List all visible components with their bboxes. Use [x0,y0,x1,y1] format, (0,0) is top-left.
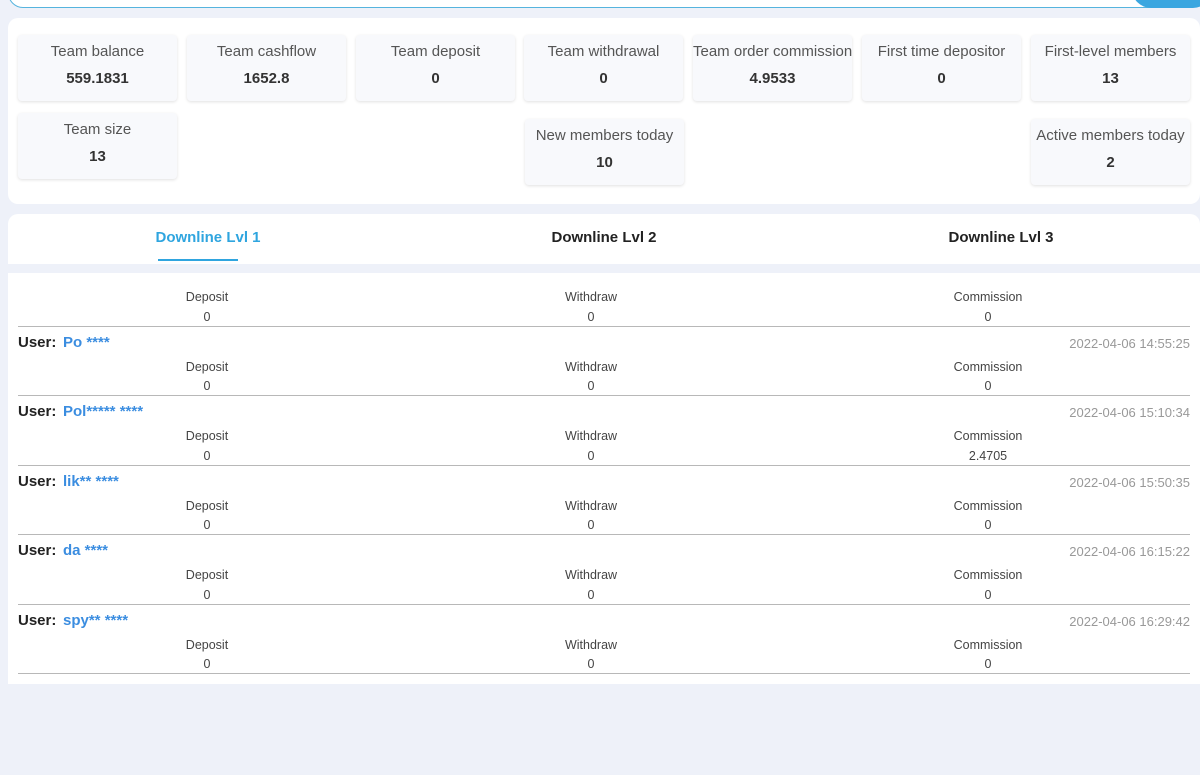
deposit-label: Deposit [185,499,229,513]
commission-value: 0 [984,588,992,602]
withdraw-label: Withdraw [564,568,618,582]
stat-value: 1652.8 [243,70,290,87]
withdraw-value: 0 [587,518,595,532]
search-bar[interactable] [8,0,1188,8]
commission-label: Commission [953,568,1023,582]
withdraw-value: 0 [587,449,595,463]
user-label: User: [18,334,57,351]
deposit-label: Deposit [185,290,229,304]
stat-team-withdrawal: Team withdrawal 0 [524,35,683,101]
user-row[interactable]: User: Po **** 2022-04-06 14:55:25 [18,334,1190,354]
stat-label: Active members today [1036,127,1185,144]
user-label: User: [18,473,57,490]
stat-label: Team size [63,121,132,138]
stat-value: 0 [431,70,440,87]
stat-team-order-commission: Team order commission 4.9533 [693,35,852,101]
user-label: User: [18,612,57,629]
tab-downline-lvl-3[interactable]: Downline Lvl 3 [801,214,1200,264]
stat-first-level-members: First-level members 13 [1031,35,1190,101]
deposit-value: 0 [203,588,211,602]
user-join-time: 2022-04-06 14:55:25 [1069,336,1190,351]
deposit-value: 0 [203,657,211,671]
stat-label: Team deposit [390,43,481,60]
row-divider [18,673,1190,674]
stat-label: First-level members [1044,43,1177,60]
user-join-time: 2022-04-06 16:15:22 [1069,544,1190,559]
stat-team-size: Team size 13 [18,113,177,179]
withdraw-label: Withdraw [564,499,618,513]
user-name: Pol***** **** [63,403,144,420]
user-name: lik** **** [63,473,119,490]
deposit-value: 0 [203,449,211,463]
withdraw-label: Withdraw [564,429,618,443]
withdraw-label: Withdraw [564,360,618,374]
row-divider [18,395,1190,396]
commission-value: 0 [984,657,992,671]
stat-value: 2 [1106,154,1115,171]
stat-value: 4.9533 [749,70,796,87]
stat-label: Team order commission [693,43,853,60]
stat-value: 0 [937,70,946,87]
user-row[interactable]: User: da **** 2022-04-06 16:15:22 [18,542,1190,562]
stat-label: Team cashflow [216,43,317,60]
stat-team-cashflow: Team cashflow 1652.8 [187,35,346,101]
stat-label: First time depositor [877,43,1006,60]
user-join-time: 2022-04-06 16:29:42 [1069,614,1190,629]
stat-value: 13 [1102,70,1119,87]
stat-value: 13 [89,148,106,165]
withdraw-label: Withdraw [564,290,618,304]
stat-first-time-depositor: First time depositor 0 [862,35,1021,101]
user-label: User: [18,403,57,420]
stat-team-deposit: Team deposit 0 [356,35,515,101]
deposit-label: Deposit [185,429,229,443]
user-join-time: 2022-04-06 15:10:34 [1069,405,1190,420]
downline-tabs: Downline Lvl 1 Downline Lvl 2 Downline L… [8,214,1200,264]
tab-downline-lvl-1[interactable]: Downline Lvl 1 [8,214,408,264]
commission-label: Commission [953,360,1023,374]
row-divider [18,604,1190,605]
commission-label: Commission [953,290,1023,304]
stat-new-members-today: New members today 10 [525,119,684,185]
stat-label: New members today [535,127,674,144]
stat-label: Team withdrawal [547,43,660,60]
withdraw-value: 0 [587,310,595,324]
withdraw-value: 0 [587,588,595,602]
tab-downline-lvl-2[interactable]: Downline Lvl 2 [404,214,804,264]
user-row[interactable]: User: spy** **** 2022-04-06 16:29:42 [18,612,1190,632]
commission-value: 0 [984,310,992,324]
user-name: Po **** [63,334,110,351]
row-divider [18,465,1190,466]
commission-label: Commission [953,638,1023,652]
user-name: da **** [63,542,109,559]
stat-active-members-today: Active members today 2 [1031,119,1190,185]
stat-label: Team balance [50,43,145,60]
deposit-label: Deposit [185,568,229,582]
user-join-time: 2022-04-06 15:50:35 [1069,475,1190,490]
withdraw-value: 0 [587,379,595,393]
deposit-value: 0 [203,310,211,324]
commission-value: 0 [984,518,992,532]
commission-label: Commission [953,429,1023,443]
row-divider [18,326,1190,327]
deposit-value: 0 [203,518,211,532]
stat-value: 10 [596,154,613,171]
user-row[interactable]: User: Pol***** **** 2022-04-06 15:10:34 [18,403,1190,423]
row-divider [18,534,1190,535]
separator-band [8,264,1200,273]
stat-value: 559.1831 [66,70,129,87]
user-name: spy** **** [63,612,129,629]
deposit-label: Deposit [185,638,229,652]
stat-team-balance: Team balance 559.1831 [18,35,177,101]
active-tab-indicator [158,259,238,261]
withdraw-value: 0 [587,657,595,671]
withdraw-label: Withdraw [564,638,618,652]
deposit-label: Deposit [185,360,229,374]
commission-value: 2.4705 [968,449,1008,463]
user-label: User: [18,542,57,559]
user-row[interactable]: User: lik** **** 2022-04-06 15:50:35 [18,473,1190,493]
stat-value: 0 [599,70,608,87]
deposit-value: 0 [203,379,211,393]
commission-label: Commission [953,499,1023,513]
commission-value: 0 [984,379,992,393]
